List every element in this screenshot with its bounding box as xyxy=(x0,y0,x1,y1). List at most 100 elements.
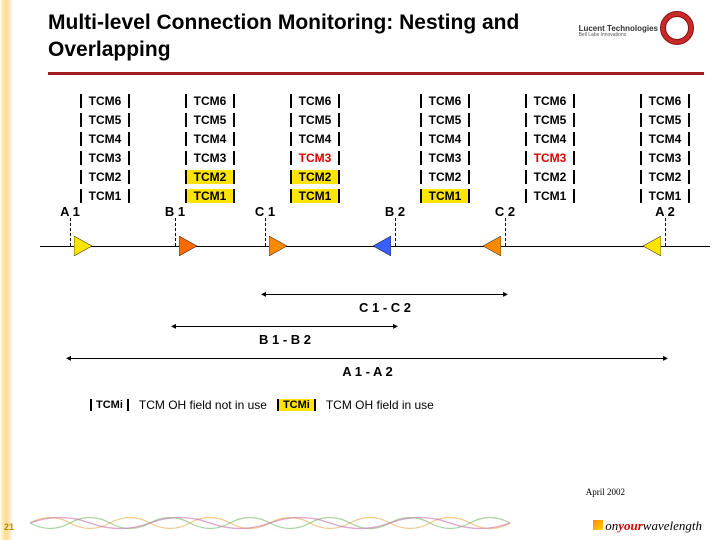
arrow-right-icon: ▸ xyxy=(393,321,694,332)
brand-text: Lucent Technologies Bell Labs Innovation… xyxy=(579,25,658,39)
tcm-label: TCM3 xyxy=(80,151,130,165)
legend-box-plain: TCMi xyxy=(90,399,129,411)
tcm-cell: TCM3 xyxy=(640,149,720,167)
segment-line xyxy=(70,358,665,359)
tcm-label: TCM5 xyxy=(640,113,690,127)
tcm-label: TCM4 xyxy=(290,132,340,146)
tcm-cell: TCM4 xyxy=(420,130,525,148)
tcm-cell: TCM2 xyxy=(525,168,630,186)
legend-in-use: TCM OH field in use xyxy=(326,398,434,412)
logo-on: on xyxy=(605,518,618,533)
node-label: C 2 xyxy=(495,204,515,219)
tcm-label: TCM1 xyxy=(640,189,690,203)
arrow-right-icon: ▸ xyxy=(503,289,694,300)
tcm-label: TCM6 xyxy=(420,94,470,108)
node-label: A 2 xyxy=(655,204,675,219)
tcm-label: TCM4 xyxy=(525,132,575,146)
tcm-row: TCM3TCM3TCM3TCM3TCM3TCM3 xyxy=(80,149,700,168)
ring-icon xyxy=(659,10,695,46)
wavelength-logo: onyourwavelength xyxy=(593,518,702,534)
node-triangle-icon xyxy=(373,236,391,256)
title-area: Multi-level Connection Monitoring: Nesti… xyxy=(48,10,625,64)
gradient-stripe xyxy=(0,0,13,540)
node-dashed-line xyxy=(265,218,266,246)
tcm-cell: TCM2 xyxy=(80,168,185,186)
segment-label: C 1 - C 2 xyxy=(359,300,411,315)
tcm-label: TCM6 xyxy=(640,94,690,108)
tcm-label: TCM6 xyxy=(80,94,130,108)
node-triangle-icon xyxy=(643,236,661,256)
slide-title: Multi-level Connection Monitoring: Nesti… xyxy=(48,10,625,64)
node-label: B 1 xyxy=(165,204,185,219)
tcm-cell: TCM5 xyxy=(640,111,720,129)
tcm-cell: TCM2 xyxy=(290,168,395,186)
tcm-cell: TCM2 xyxy=(185,168,290,186)
tcm-cell: TCM4 xyxy=(80,130,185,148)
tcm-label: TCM1 xyxy=(80,189,130,203)
tcm-cell: TCM6 xyxy=(640,92,720,110)
segment-line xyxy=(175,326,395,327)
tcm-cell: TCM3 xyxy=(290,149,395,167)
tcm-label: TCM2 xyxy=(185,170,235,184)
tcm-row: TCM6TCM6TCM6TCM6TCM6TCM6 xyxy=(80,92,700,111)
brand-sub: Bell Labs Innovations xyxy=(579,33,658,38)
tcm-cell: TCM5 xyxy=(525,111,630,129)
logo-your: your xyxy=(618,518,643,533)
node-dashed-line xyxy=(175,218,176,246)
tcm-cell: TCM5 xyxy=(290,111,395,129)
tcm-label: TCM4 xyxy=(80,132,130,146)
segment-label: B 1 - B 2 xyxy=(259,332,311,347)
tcm-row: TCM4 TCM4 TCM4 TCM4 TCM4 TCM4 xyxy=(80,130,700,149)
tcm-cell: TCM6 xyxy=(185,92,290,110)
corner-icon xyxy=(593,520,603,530)
node-dashed-line xyxy=(505,218,506,246)
tcm-cell: TCM3 xyxy=(420,149,525,167)
tcm-label: TCM4 xyxy=(640,132,690,146)
tcm-label: TCM5 xyxy=(525,113,575,127)
node-label: B 2 xyxy=(385,204,405,219)
wave-decoration xyxy=(30,512,510,534)
tcm-row: TCM5TCM5TCM5TCM5TCM5TCM5 xyxy=(80,111,700,130)
node-dashed-line xyxy=(395,218,396,246)
tcm-label: TCM4 xyxy=(185,132,235,146)
tcm-label: TCM1 xyxy=(290,189,340,203)
tcm-cell: TCM4 xyxy=(185,130,290,148)
tcm-label: TCM3 xyxy=(420,151,470,165)
tcm-cell: TCM3 xyxy=(185,149,290,167)
footer-date: April 2002 xyxy=(586,487,625,497)
tcm-label: TCM4 xyxy=(420,132,470,146)
tcm-label: TCM2 xyxy=(525,170,575,184)
legend: TCMi TCM OH field not in use TCMi TCM OH… xyxy=(90,398,434,412)
tcm-row: TCM2TCM2TCM2TCM2TCM2TCM2 xyxy=(80,168,700,187)
tcm-cell: TCM4 xyxy=(640,130,720,148)
tcm-label: TCM3 xyxy=(290,151,340,165)
tcm-cell: TCM3 xyxy=(80,149,185,167)
tcm-cell: TCM1 xyxy=(185,187,290,205)
tcm-label: TCM1 xyxy=(525,189,575,203)
logo-rest: wavelength xyxy=(643,518,702,533)
tcm-label: TCM3 xyxy=(185,151,235,165)
tcm-label: TCM6 xyxy=(525,94,575,108)
segment-label: A 1 - A 2 xyxy=(342,364,393,379)
tcm-cell: TCM1 xyxy=(525,187,630,205)
node-dashed-line xyxy=(665,218,666,246)
tcm-label: TCM1 xyxy=(420,189,470,203)
arrow-left-icon: ◂ xyxy=(66,353,71,364)
segment: ◂▸A 1 - A 2 xyxy=(60,346,690,378)
title-rule xyxy=(48,72,704,75)
tcm-label: TCM2 xyxy=(420,170,470,184)
tcm-cell: TCM1 xyxy=(80,187,185,205)
tcm-cell: TCM5 xyxy=(80,111,185,129)
wave-icon xyxy=(30,512,510,534)
node-label: C 1 xyxy=(255,204,275,219)
legend-not-in-use: TCM OH field not in use xyxy=(139,398,267,412)
node-triangle-icon xyxy=(179,236,197,256)
page-number: 21 xyxy=(4,522,14,532)
legend-box-yellow: TCMi xyxy=(277,399,316,411)
tcm-label: TCM2 xyxy=(640,170,690,184)
segments: ◂▸C 1 - C 2◂▸B 1 - B 2◂▸A 1 - A 2 xyxy=(60,282,690,378)
node-label: A 1 xyxy=(60,204,80,219)
tcm-cell: TCM6 xyxy=(420,92,525,110)
segment-line xyxy=(265,294,505,295)
tcm-grid: TCM6TCM6TCM6TCM6TCM6TCM6TCM5TCM5TCM5TCM5… xyxy=(80,92,700,206)
